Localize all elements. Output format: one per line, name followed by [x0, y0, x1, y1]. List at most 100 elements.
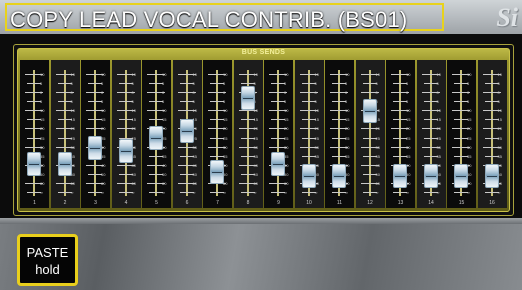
fader-scale-tick [423, 101, 438, 102]
channel-number: 4 [124, 200, 128, 206]
fader-scale-tick [88, 192, 102, 193]
bus-sends-label: BUS SENDS [241, 49, 286, 56]
fader-scale-tick [149, 101, 163, 102]
fader-scale-label: 0 [162, 90, 165, 95]
fader-scale-label: 10 [314, 108, 319, 113]
fader-scale-label: ∞ [223, 190, 226, 195]
fader-scale-label: 10 [101, 108, 106, 113]
fader-scale-tick [27, 119, 41, 120]
fader-scale-label: 5 [40, 81, 43, 86]
fader-scale-label: ∞ [101, 190, 104, 195]
fader-cap[interactable] [240, 86, 255, 110]
fader-scale-tick [149, 83, 163, 84]
fader-scale-label: 10 [253, 72, 258, 77]
fader-scale-tick [210, 192, 224, 193]
fader-cap[interactable] [393, 164, 407, 188]
bottom-bar [0, 218, 522, 290]
fader-scale-tick [27, 138, 41, 139]
fader-scale-label: 35 [253, 154, 258, 159]
fader-cap[interactable] [179, 119, 194, 143]
fader-cap[interactable] [423, 164, 438, 188]
fader-scale-tick [149, 174, 163, 175]
fader-scale-label: 35 [345, 154, 350, 159]
fader-scale-label: ∞ [40, 190, 43, 195]
fader-scale-tick [210, 83, 224, 84]
fader-scale-label: 30 [192, 145, 197, 150]
fader-scale-tick [301, 119, 316, 120]
fader-cap[interactable] [210, 160, 224, 184]
fader-scale-label: 10 [497, 108, 502, 113]
fader-cap[interactable] [271, 152, 285, 176]
fader-track [277, 70, 279, 196]
fader-scale-tick [393, 138, 407, 139]
paste-button[interactable]: PASTE hold [17, 234, 78, 286]
fader-scale-tick [57, 101, 72, 102]
fader-scale-tick [423, 138, 438, 139]
fader-scale-tick [301, 192, 316, 193]
fader-scale-label: 0 [131, 90, 134, 95]
fader-scale-label: 5 [192, 81, 195, 86]
fader-cap[interactable] [88, 136, 102, 160]
fader-scale-label: 60 [192, 181, 197, 186]
fader-track [124, 70, 127, 196]
fader-scale-tick [88, 174, 102, 175]
fader-scale-label: 35 [162, 154, 167, 159]
fader-cap[interactable] [484, 164, 499, 188]
fader-scale-label: 15 [40, 117, 45, 122]
fader-scale-label: 60 [253, 181, 258, 186]
fader-scale-label: 5 [467, 99, 470, 104]
fader-cap[interactable] [27, 152, 41, 176]
fader-scale-label: 5 [436, 99, 439, 104]
fader-scale-tick [27, 83, 41, 84]
fader-scale-label: 10 [40, 108, 45, 113]
fader-scale-label: ∞ [162, 190, 165, 195]
fader-scale-tick [118, 192, 133, 193]
fader-scale-tick [332, 138, 346, 139]
fader-scale-tick [210, 156, 224, 157]
fader-track [33, 70, 35, 196]
fader-scale-label: 0 [101, 90, 104, 95]
fader-scale-label: 5 [223, 99, 226, 104]
fader-scale-label: 60 [375, 181, 380, 186]
fader-scale-label: 30 [253, 145, 258, 150]
fader-cap[interactable] [362, 99, 377, 123]
channel-number: 3 [94, 200, 97, 206]
fader-cap[interactable] [301, 164, 316, 188]
fader-scale-label: 5 [284, 81, 287, 86]
fader-scale-tick [118, 83, 133, 84]
fader-scale-label: 25 [406, 136, 411, 141]
fader-scale-label: 60 [70, 181, 75, 186]
fader-scale-label: 50 [192, 172, 197, 177]
fader-scale-tick [118, 119, 133, 120]
fader-cap[interactable] [454, 164, 468, 188]
fader-scale-tick [240, 174, 255, 175]
fader-scale-tick [57, 138, 72, 139]
title-bar: COPY LEAD VOCAL CONTRIB. (BS01) Si [0, 0, 522, 34]
fader-scale-label: 10 [375, 72, 380, 77]
fader-scale-label: 10 [101, 72, 106, 77]
fader-scale-label: 35 [436, 154, 441, 159]
fader-scale-label: ∞ [497, 190, 501, 195]
fader-scale-tick [27, 101, 41, 102]
fader-scale-tick [423, 156, 438, 157]
fader-scale-label: 40 [162, 163, 167, 168]
fader-cap[interactable] [57, 152, 72, 176]
fader-scale-label: ∞ [284, 190, 287, 195]
fader-scale-label: 10 [345, 108, 350, 113]
fader-scale-label: 0 [497, 90, 500, 95]
fader-cap[interactable] [118, 139, 133, 163]
fader-scale-label: 15 [406, 117, 411, 122]
fader-cap[interactable] [149, 126, 163, 150]
fader-scale-tick [149, 156, 163, 157]
fader-scale-label: 30 [406, 145, 411, 150]
fader-scale-label: 0 [436, 90, 439, 95]
fader-scale-label: 30 [497, 145, 502, 150]
paste-button-label: PASTE [26, 245, 69, 260]
fader-scale-label: 50 [131, 172, 136, 177]
fader-scale-label: 10 [436, 72, 441, 77]
fader-scale-tick [484, 156, 499, 157]
fader-scale-label: 35 [192, 154, 197, 159]
fader-cap[interactable] [332, 164, 346, 188]
fader-scale-label: 15 [223, 117, 228, 122]
fader-scale-tick [301, 138, 316, 139]
